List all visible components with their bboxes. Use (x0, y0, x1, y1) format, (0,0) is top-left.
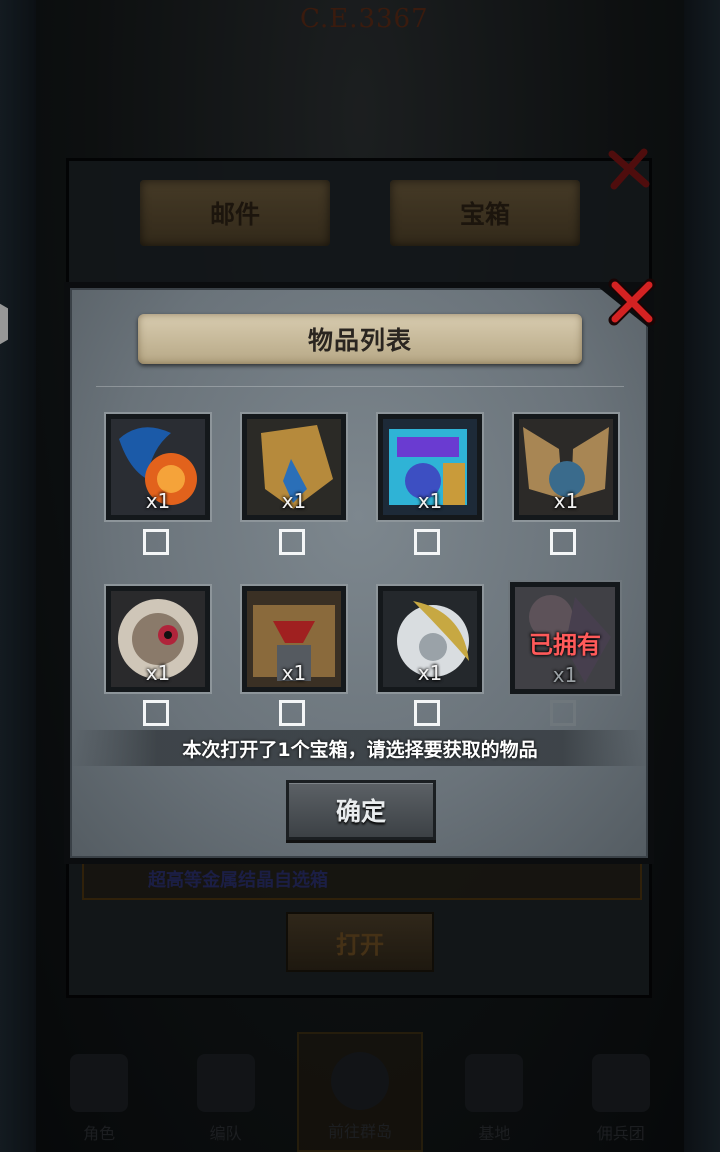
dialog-title-banner: 物品列表 (138, 314, 582, 364)
item-slot[interactable]: x1 (242, 414, 346, 520)
item-quantity: x1 (281, 489, 307, 513)
owned-label: 已拥有 (529, 631, 601, 659)
item-quantity: x1 (281, 661, 307, 685)
divider (96, 386, 624, 387)
item-slot[interactable]: x1 (514, 414, 618, 520)
item-checkbox[interactable] (279, 529, 305, 555)
item-slot-owned: 已拥有 x1 (510, 582, 620, 694)
dialog-title: 物品列表 (307, 326, 412, 355)
item-checkbox[interactable] (550, 529, 576, 555)
item-checkbox[interactable] (143, 529, 169, 555)
item-list-dialog (64, 282, 654, 864)
confirm-label: 确定 (335, 797, 386, 826)
info-strip: 本次打开了1个宝箱，请选择要获取的物品 (70, 730, 650, 766)
item-slot[interactable]: x1 (378, 586, 482, 692)
item-slot[interactable]: x1 (106, 414, 210, 520)
item-checkbox[interactable] (414, 529, 440, 555)
item-checkbox-disabled (550, 700, 576, 726)
item-quantity: x1 (145, 661, 171, 685)
item-checkbox[interactable] (143, 700, 169, 726)
item-quantity: x1 (552, 663, 578, 687)
info-text: 本次打开了1个宝箱，请选择要获取的物品 (182, 738, 538, 761)
item-quantity: x1 (417, 661, 443, 685)
item-slot[interactable]: x1 (378, 414, 482, 520)
item-quantity: x1 (553, 489, 579, 513)
close-icon[interactable] (606, 276, 658, 328)
confirm-button[interactable]: 确定 (286, 780, 436, 840)
item-slot[interactable]: x1 (242, 586, 346, 692)
item-slot[interactable]: x1 (106, 586, 210, 692)
item-checkbox[interactable] (279, 700, 305, 726)
item-quantity: x1 (145, 489, 171, 513)
item-checkbox[interactable] (414, 700, 440, 726)
item-quantity: x1 (417, 489, 443, 513)
